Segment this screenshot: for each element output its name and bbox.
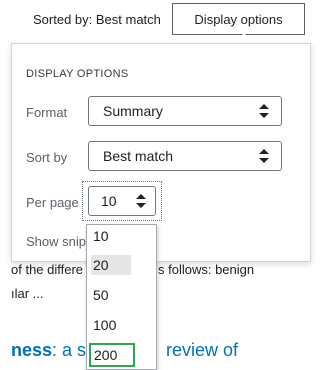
sort-by-value: Best match — [103, 148, 174, 164]
results-toolbar: Sorted by: Best match Display options — [0, 0, 321, 38]
select-arrows-icon — [259, 149, 269, 163]
per-page-value: 10 — [101, 193, 117, 209]
sorted-by-label: Sorted by: Best match — [33, 12, 161, 27]
format-label: Format — [26, 105, 68, 120]
snippet-text: ılar ... — [11, 286, 44, 301]
panel-title: DISPLAY OPTIONS — [26, 68, 129, 80]
sort-by-label: Sort by — [26, 150, 68, 165]
per-page-label: Per page — [26, 195, 79, 210]
per-page-select[interactable]: 10 — [88, 186, 156, 216]
display-options-panel: DISPLAY OPTIONS Format Summary Sort by B… — [11, 43, 311, 262]
per-page-option-20[interactable]: 20 — [91, 255, 131, 275]
per-page-option-100[interactable]: 100 — [91, 315, 131, 335]
per-page-option-50[interactable]: 50 — [91, 285, 131, 305]
result-title-link[interactable]: ness: a sy — [11, 340, 95, 361]
snippet-text: s follows: benign — [158, 262, 255, 277]
popover-pointer — [238, 33, 250, 39]
result-title-link[interactable]: review of — [166, 340, 238, 361]
show-snippets-label: Show snip — [26, 234, 86, 249]
display-options-button[interactable]: Display options — [172, 3, 305, 35]
per-page-dropdown-list: 10 20 50 100 200 — [86, 224, 157, 370]
per-page-option-10[interactable]: 10 — [91, 226, 131, 246]
select-arrows-icon — [259, 104, 269, 118]
select-arrows-icon — [136, 194, 146, 208]
format-select[interactable]: Summary — [88, 96, 282, 126]
snippet-text: of the differe — [11, 262, 84, 277]
sort-by-select[interactable]: Best match — [88, 141, 282, 171]
format-value: Summary — [103, 103, 163, 119]
per-page-option-200[interactable]: 200 — [89, 343, 135, 367]
